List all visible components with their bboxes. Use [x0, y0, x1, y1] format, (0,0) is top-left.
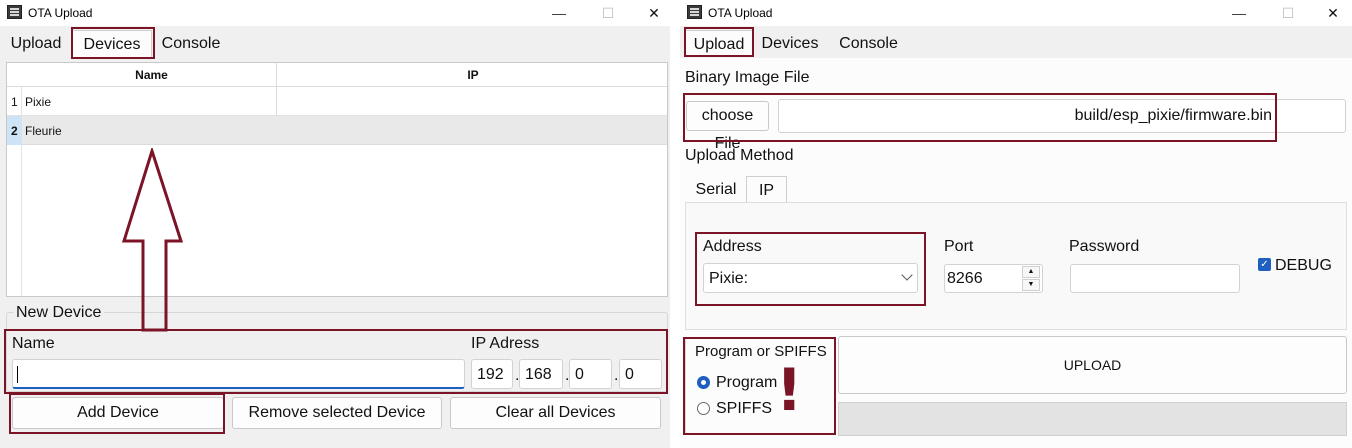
left-titlebar: OTA Upload — ☐ ✕ — [0, 0, 670, 26]
left-window: OTA Upload — ☐ ✕ Upload Devices Console … — [0, 0, 670, 448]
upload-button[interactable]: UPLOAD — [838, 336, 1347, 394]
right-titlebar: OTA Upload — ☐ ✕ — [680, 0, 1352, 26]
password-input[interactable] — [1070, 264, 1240, 293]
window-title: OTA Upload — [708, 6, 773, 20]
tab-console[interactable]: Console — [154, 30, 228, 57]
exclamation-annotation: ! — [776, 356, 803, 424]
ip-octet-1[interactable]: 192 — [471, 359, 513, 389]
chevron-down-icon — [901, 269, 913, 281]
program-radio[interactable] — [697, 376, 710, 389]
method-tab-serial[interactable]: Serial — [687, 177, 745, 202]
new-device-group-title: New Device — [13, 304, 105, 322]
clear-all-devices-button[interactable]: Clear all Devices — [450, 397, 661, 429]
close-icon[interactable]: ✕ — [641, 3, 667, 23]
ip-octet-4[interactable]: 0 — [619, 359, 662, 389]
ip-octet-2[interactable]: 168 — [519, 359, 563, 389]
table-row-selected[interactable]: 2 Fleurie — [7, 116, 667, 145]
debug-checkbox[interactable]: ✓ — [1258, 258, 1271, 271]
row-number: 1 — [11, 95, 18, 109]
window-title: OTA Upload — [28, 6, 93, 20]
device-name-cell: Fleurie — [25, 124, 62, 138]
spin-up-button[interactable]: ▲ — [1022, 266, 1040, 278]
remove-selected-device-button[interactable]: Remove selected Device — [232, 397, 442, 429]
upload-method-label: Upload Method — [685, 147, 794, 164]
add-device-button[interactable]: Add Device — [12, 397, 224, 429]
tab-devices[interactable]: Devices — [755, 30, 825, 57]
app-icon — [687, 5, 702, 19]
maximize-icon[interactable]: ☐ — [595, 3, 621, 23]
up-arrow-annotation — [121, 148, 184, 332]
tab-upload[interactable]: Upload — [4, 30, 68, 57]
spiffs-radio-label: SPIFFS — [716, 400, 773, 417]
minimize-icon[interactable]: — — [1226, 3, 1252, 23]
spin-down-button[interactable]: ▼ — [1022, 279, 1040, 291]
right-window: OTA Upload — ☐ ✕ Upload Devices Console … — [680, 0, 1352, 448]
port-spinbox[interactable]: 8266 ▲ ▼ — [944, 264, 1043, 293]
binary-image-file-label: Binary Image File — [685, 69, 810, 86]
device-name-input[interactable] — [12, 359, 465, 389]
port-value: 8266 — [947, 270, 983, 287]
file-path-value: build/esp_pixie/firmware.bin — [1074, 107, 1272, 124]
text-cursor — [17, 366, 18, 383]
app-icon — [7, 5, 22, 19]
ip-octet-3[interactable]: 0 — [569, 359, 612, 389]
column-header-name[interactable]: Name — [25, 68, 278, 82]
password-label: Password — [1069, 238, 1140, 255]
left-tab-bar: Upload Devices Console — [0, 28, 670, 58]
ip-dot: . — [614, 367, 619, 384]
row-number: 2 — [11, 124, 18, 138]
port-label: Port — [944, 238, 974, 255]
spiffs-radio[interactable] — [697, 402, 710, 415]
name-label: Name — [12, 335, 55, 352]
column-header-ip[interactable]: IP — [279, 68, 667, 82]
ip-address-label: IP Adress — [471, 335, 540, 352]
tab-devices[interactable]: Devices — [72, 30, 152, 57]
debug-label: DEBUG — [1275, 257, 1332, 274]
method-tab-ip[interactable]: IP — [746, 176, 787, 203]
address-selected-value: Pixie: — [709, 270, 749, 287]
file-path-field[interactable]: build/esp_pixie/firmware.bin — [778, 99, 1346, 133]
tab-console[interactable]: Console — [830, 30, 907, 57]
devices-table: Name IP 1 Pixie 2 Fleurie — [6, 62, 668, 297]
address-label: Address — [703, 238, 762, 255]
tab-upload[interactable]: Upload — [685, 30, 753, 57]
choose-file-button[interactable]: choose File — [686, 101, 769, 152]
right-tab-bar: Upload Devices Console — [680, 28, 1352, 58]
program-spiffs-title: Program or SPIFFS — [695, 343, 827, 360]
device-name-cell: Pixie — [25, 95, 52, 109]
close-icon[interactable]: ✕ — [1320, 3, 1346, 23]
upload-progress-bar — [838, 402, 1347, 436]
address-select[interactable]: Pixie: — [703, 263, 918, 293]
maximize-icon[interactable]: ☐ — [1275, 3, 1301, 23]
table-row[interactable]: 1 Pixie — [7, 87, 667, 116]
program-radio-label: Program — [716, 374, 778, 391]
minimize-icon[interactable]: — — [546, 3, 572, 23]
